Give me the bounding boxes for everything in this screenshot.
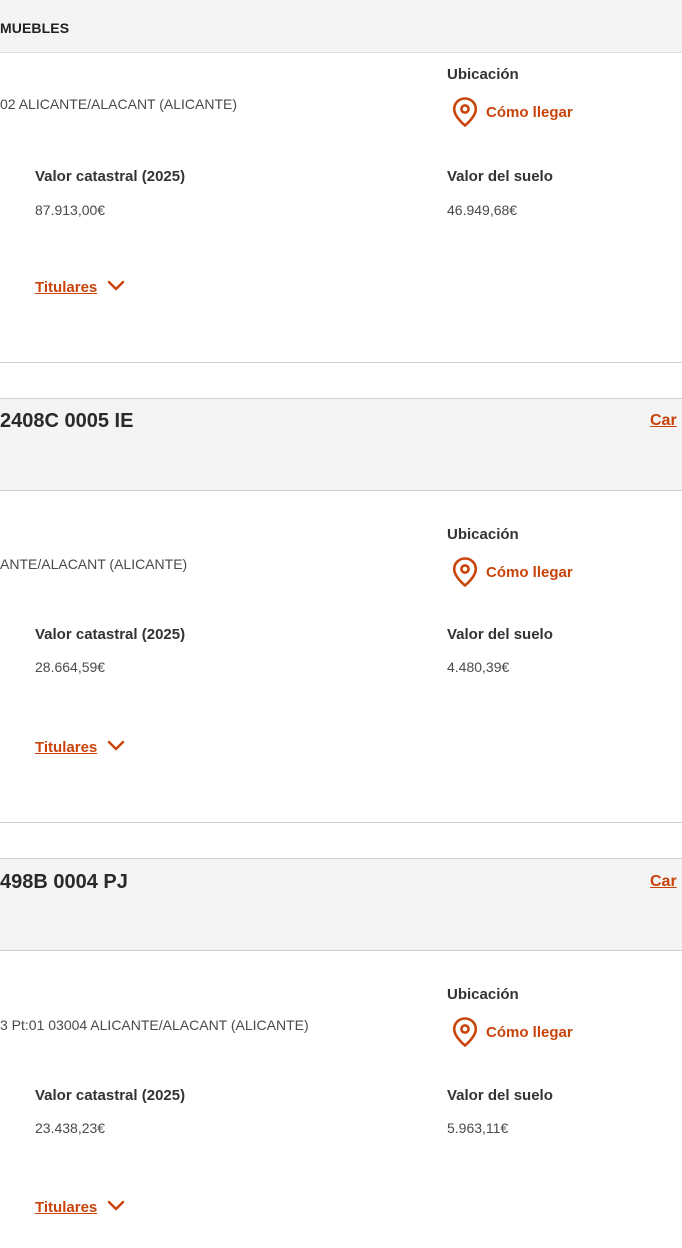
holders-toggle[interactable]: Titulares xyxy=(35,279,125,296)
section-title: MUEBLES xyxy=(0,20,70,36)
ref-link[interactable]: Car xyxy=(650,873,677,891)
chevron-down-icon xyxy=(107,739,125,756)
holders-toggle[interactable]: Titulares xyxy=(35,1199,125,1216)
land-value-label: Valor del suelo xyxy=(447,1087,553,1104)
directions-link[interactable]: Cómo llegar xyxy=(452,97,573,127)
card-divider xyxy=(0,822,682,823)
land-value: 5.963,11€ xyxy=(447,1120,509,1136)
directions-link[interactable]: Cómo llegar xyxy=(452,557,573,587)
ref-link[interactable]: Car xyxy=(650,412,677,430)
cadastral-value-label: Valor catastral (2025) xyxy=(35,626,186,643)
land-value: 4.480,39€ xyxy=(447,659,510,675)
location-label: Ubicación xyxy=(447,526,519,543)
property-address: 02 ALICANTE/ALACANT (ALICANTE) xyxy=(0,96,238,112)
map-pin-icon xyxy=(452,1017,478,1047)
directions-label: Cómo llegar xyxy=(486,103,573,121)
directions-link[interactable]: Cómo llegar xyxy=(452,1017,573,1047)
map-pin-icon xyxy=(452,557,478,587)
holders-label: Titulares xyxy=(35,1199,98,1216)
holders-label: Titulares xyxy=(35,739,98,756)
directions-label: Cómo llegar xyxy=(486,563,573,581)
cadastral-reference: 498B 0004 PJ xyxy=(0,871,128,893)
holders-label: Titulares xyxy=(35,279,98,296)
cadastral-value: 87.913,00€ xyxy=(35,202,106,218)
map-pin-icon xyxy=(452,97,478,127)
property-header-3: 498B 0004 PJ Car xyxy=(0,858,682,951)
chevron-down-icon xyxy=(107,1199,125,1216)
property-header-2: 2408C 0005 IE Car xyxy=(0,398,682,491)
cadastral-value: 23.438,23€ xyxy=(35,1120,106,1136)
land-value-label: Valor del suelo xyxy=(447,168,553,185)
cadastral-reference: 2408C 0005 IE xyxy=(0,410,134,432)
cadastral-value-label: Valor catastral (2025) xyxy=(35,1087,186,1104)
card-divider xyxy=(0,362,682,363)
directions-label: Cómo llegar xyxy=(486,1023,573,1041)
section-header: MUEBLES xyxy=(0,0,682,53)
location-label: Ubicación xyxy=(447,66,519,83)
property-address: ANTE/ALACANT (ALICANTE) xyxy=(0,556,188,572)
land-value: 46.949,68€ xyxy=(447,202,518,218)
cadastral-value: 28.664,59€ xyxy=(35,659,106,675)
property-address: 3 Pt:01 03004 ALICANTE/ALACANT (ALICANTE… xyxy=(0,1017,309,1033)
chevron-down-icon xyxy=(107,279,125,296)
cadastral-value-label: Valor catastral (2025) xyxy=(35,168,186,185)
location-label: Ubicación xyxy=(447,986,519,1003)
land-value-label: Valor del suelo xyxy=(447,626,553,643)
holders-toggle[interactable]: Titulares xyxy=(35,739,125,756)
